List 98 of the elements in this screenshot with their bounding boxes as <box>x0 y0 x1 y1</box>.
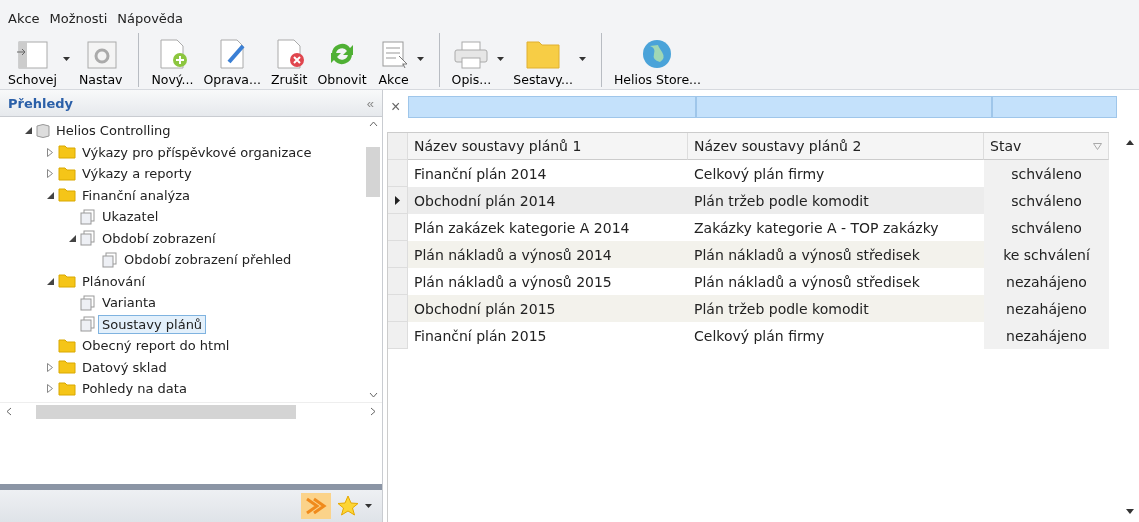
column-header[interactable]: Název soustavy plánů 1 <box>408 133 688 160</box>
table-cell-text: Plán nákladů a výnosů středisek <box>693 245 921 265</box>
tree-item[interactable]: Finanční analýza <box>78 185 194 205</box>
tree-item[interactable]: Datový sklad <box>78 357 171 377</box>
toolbar-button[interactable]: Akce <box>372 29 427 87</box>
scroll-up-icon[interactable] <box>1126 140 1134 145</box>
scroll-down-icon[interactable] <box>1126 509 1134 514</box>
table-cell-text: Finanční plán 2014 <box>413 164 548 184</box>
folder-icon <box>58 360 76 375</box>
toolbar-button[interactable]: Obnovit <box>313 29 371 87</box>
table-cell: schváleno <box>984 214 1109 241</box>
table-cell-text: Plán nákladů a výnosů středisek <box>693 272 921 292</box>
folder-icon <box>524 38 563 70</box>
toolbar-button[interactable]: Nový... <box>147 29 198 87</box>
table-cell-text: Obchodní plán 2015 <box>413 299 557 319</box>
scrollbar-thumb[interactable] <box>36 404 296 419</box>
table-cell: nezahájeno <box>984 268 1109 295</box>
tree-item[interactable]: Soustavy plánů <box>98 314 207 334</box>
table-cell-text: Zakázky kategorie A - TOP zakázky <box>693 218 940 238</box>
panel-icon <box>15 40 50 70</box>
toolbar-button[interactable]: Sestavy... <box>509 29 589 87</box>
expanded-triangle-icon[interactable] <box>68 234 76 242</box>
toolbar-button[interactable]: Helios Store... <box>609 29 706 87</box>
table-cell: Obchodní plán 2014 <box>408 187 688 214</box>
table-cell: Plán tržeb podle komodit <box>688 187 984 214</box>
scrollbar-thumb[interactable] <box>366 147 380 197</box>
filter-field[interactable] <box>696 96 993 118</box>
collapsed-triangle-icon[interactable] <box>47 384 53 394</box>
tree-item[interactable]: Obecný report do html <box>78 336 234 356</box>
tree-item[interactable]: Výkazy a reporty <box>78 164 196 184</box>
toolbar-button[interactable]: Zrušit <box>266 29 312 87</box>
toolbar-button[interactable]: Opis... <box>447 29 508 87</box>
caret-icon <box>578 57 586 61</box>
table-cell: schváleno <box>984 160 1109 187</box>
folder-icon <box>58 145 76 160</box>
tree-item[interactable]: Ukazatel <box>98 207 163 227</box>
collapsed-triangle-icon[interactable] <box>47 169 53 179</box>
toolbar-button[interactable]: Nastav <box>74 29 127 87</box>
arrows-icon[interactable] <box>301 493 331 519</box>
column-header[interactable]: Stav <box>984 133 1109 160</box>
close-filter-button[interactable]: × <box>387 98 405 116</box>
menu-item[interactable]: Akce <box>4 10 44 27</box>
page-icon <box>80 230 96 247</box>
table-cell-text: Plán zakázek kategorie A 2014 <box>413 218 631 238</box>
folder-icon <box>58 188 76 203</box>
tree-item[interactable]: Pohledy na data <box>78 379 191 399</box>
table-cell-text: Finanční plán 2015 <box>413 326 548 346</box>
tree-item[interactable]: Plánování <box>78 271 150 291</box>
page-icon <box>80 316 96 333</box>
current-row-icon <box>395 195 400 205</box>
horizontal-scrollbar[interactable] <box>0 401 382 421</box>
splitter-handle[interactable] <box>0 484 382 490</box>
page-icon <box>102 251 118 268</box>
menu-item[interactable]: Nápověda <box>113 10 188 27</box>
collapsed-triangle-icon[interactable] <box>47 147 53 157</box>
column-header[interactable]: Název soustavy plánů 2 <box>688 133 984 160</box>
table-cell: nezahájeno <box>984 322 1109 349</box>
tree-item[interactable]: Varianta <box>98 293 161 313</box>
tree-item[interactable]: Výkazy pro příspěvkové organizace <box>78 142 316 162</box>
database-icon <box>36 122 50 139</box>
table-cell-text: Plán tržeb podle komodit <box>693 299 870 319</box>
expanded-triangle-icon[interactable] <box>46 277 54 285</box>
menu-item[interactable]: Možnosti <box>45 10 112 27</box>
table-cell: ke schválení <box>984 241 1109 268</box>
star-icon[interactable] <box>337 495 359 517</box>
table-cell: schváleno <box>984 187 1109 214</box>
scroll-right-icon[interactable] <box>370 407 376 416</box>
table-cell-text: Plán nákladů a výnosů 2014 <box>413 245 613 265</box>
caret-icon <box>416 57 424 61</box>
toolbar-button[interactable]: Oprava... <box>199 29 265 87</box>
tree-item[interactable]: Období zobrazení <box>98 228 220 248</box>
toolbar-button[interactable]: Schovej <box>4 29 73 87</box>
caret-icon[interactable] <box>365 504 372 508</box>
folder-icon <box>58 166 76 181</box>
caret-icon <box>62 57 70 61</box>
collapsed-triangle-icon[interactable] <box>47 362 53 372</box>
page-icon <box>80 294 96 311</box>
filter-icon[interactable] <box>1093 142 1102 150</box>
scroll-left-icon[interactable] <box>6 407 12 416</box>
table-cell-text: Celkový plán firmy <box>693 326 826 346</box>
table-cell: nezahájeno <box>984 295 1109 322</box>
expanded-triangle-icon[interactable] <box>24 127 32 135</box>
table-cell-text: Celkový plán firmy <box>693 164 826 184</box>
filter-field[interactable] <box>408 96 697 118</box>
header-corner <box>388 133 408 160</box>
filter-field[interactable] <box>992 96 1118 118</box>
folder-icon <box>58 338 76 353</box>
folder-icon <box>58 274 76 289</box>
tree-item[interactable]: Období zobrazení přehled <box>120 250 296 270</box>
table-cell-text: Plán nákladů a výnosů 2015 <box>413 272 613 292</box>
caret-icon <box>497 57 505 61</box>
expanded-triangle-icon[interactable] <box>46 191 54 199</box>
row-indicator[interactable] <box>388 187 408 214</box>
tree-item[interactable]: Helios Controlling <box>52 121 175 141</box>
panel-title: Přehledy <box>8 95 74 111</box>
page-icon <box>80 208 96 225</box>
folder-icon <box>58 381 76 396</box>
printer-icon <box>452 38 491 70</box>
